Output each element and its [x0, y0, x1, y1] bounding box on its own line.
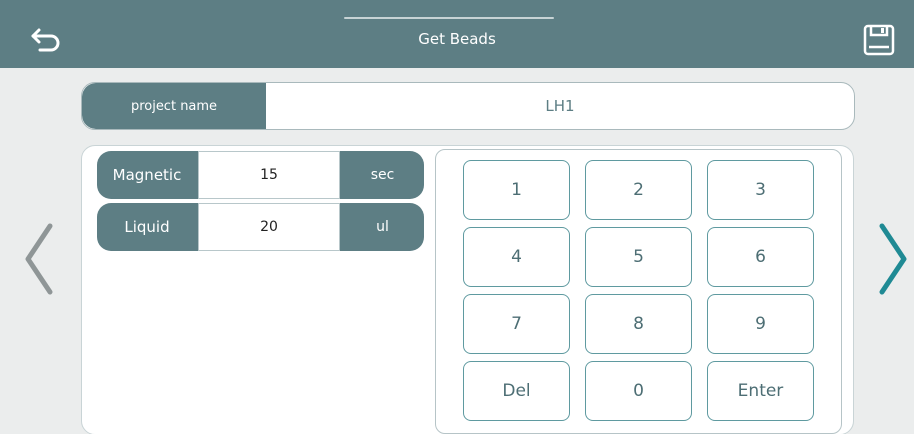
project-name-value[interactable]: LH1: [266, 83, 854, 129]
chevron-right-icon: [879, 223, 907, 295]
liquid-input[interactable]: 20: [198, 203, 340, 251]
key-8[interactable]: 8: [585, 294, 692, 354]
prev-page-button[interactable]: [22, 220, 56, 298]
param-unit: ul: [376, 219, 389, 235]
header-bar: Get Beads: [0, 0, 914, 68]
header-divider: [344, 17, 554, 19]
next-page-button[interactable]: [876, 220, 910, 298]
magnetic-input[interactable]: 15: [198, 151, 340, 199]
param-label: Magnetic: [112, 166, 182, 184]
key-enter[interactable]: Enter: [707, 361, 814, 421]
project-name-bar: project name LH1: [81, 82, 855, 130]
key-5[interactable]: 5: [585, 227, 692, 287]
key-1[interactable]: 1: [463, 160, 570, 220]
param-unit: sec: [370, 167, 395, 183]
key-4[interactable]: 4: [463, 227, 570, 287]
screen: Get Beads project name LH1 Magnetic 15 s…: [0, 0, 914, 434]
key-6[interactable]: 6: [707, 227, 814, 287]
save-icon: [863, 24, 895, 56]
param-row-magnetic: Magnetic 15 sec: [97, 151, 424, 199]
param-label: Liquid: [124, 218, 170, 236]
key-7[interactable]: 7: [463, 294, 570, 354]
key-9[interactable]: 9: [707, 294, 814, 354]
page-title: Get Beads: [418, 30, 496, 48]
project-name-label: project name: [82, 83, 266, 129]
param-row-liquid: Liquid 20 ul: [97, 203, 424, 251]
chevron-left-icon: [25, 223, 53, 295]
key-3[interactable]: 3: [707, 160, 814, 220]
save-button[interactable]: [862, 23, 896, 57]
key-0[interactable]: 0: [585, 361, 692, 421]
key-2[interactable]: 2: [585, 160, 692, 220]
key-del[interactable]: Del: [463, 361, 570, 421]
